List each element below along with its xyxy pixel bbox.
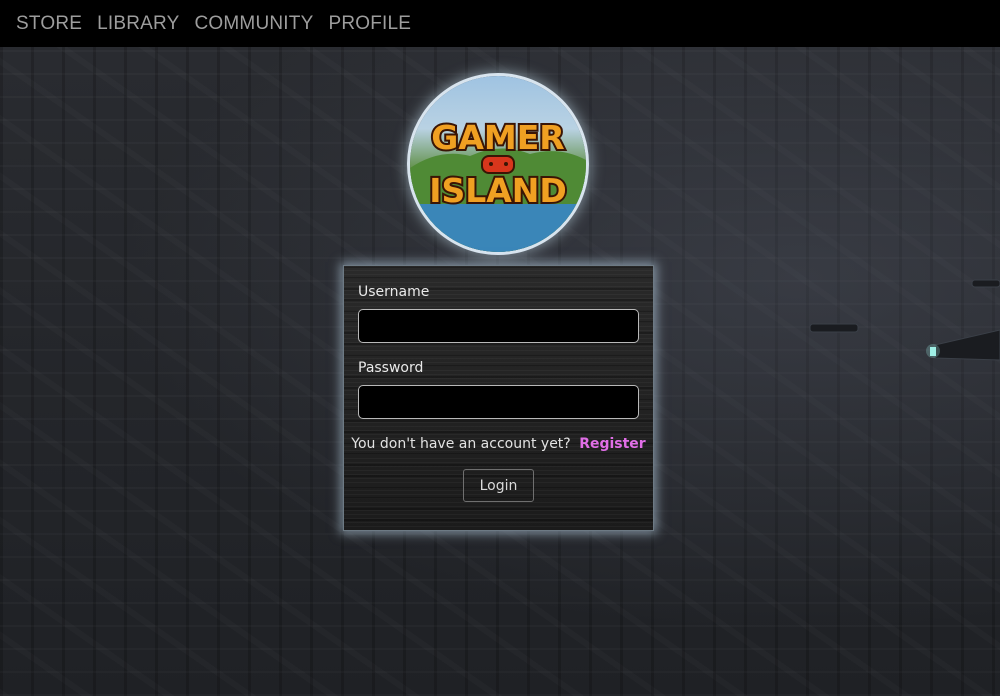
top-navigation: STORE LIBRARY COMMUNITY PROFILE [0,0,1000,47]
username-input[interactable] [358,309,639,343]
username-label: Username [358,284,430,300]
password-label: Password [358,360,424,376]
password-input[interactable] [358,385,639,419]
gamepad-icon [481,155,515,174]
logo-text-gamer: GAMER [431,118,564,157]
gamer-island-logo: GAMER ISLAND [410,76,586,252]
login-panel: Username Password You don't have an acco… [343,265,654,531]
register-link[interactable]: Register [579,436,646,452]
nav-community[interactable]: COMMUNITY [194,13,313,35]
nav-store[interactable]: STORE [16,13,82,35]
logo-text-island: ISLAND [429,171,567,210]
no-account-text: You don't have an account yet? [351,436,571,452]
nav-library[interactable]: LIBRARY [97,13,179,35]
nav-profile[interactable]: PROFILE [328,13,411,35]
register-prompt: You don't have an account yet? Register [344,436,653,452]
login-button[interactable]: Login [463,469,534,502]
